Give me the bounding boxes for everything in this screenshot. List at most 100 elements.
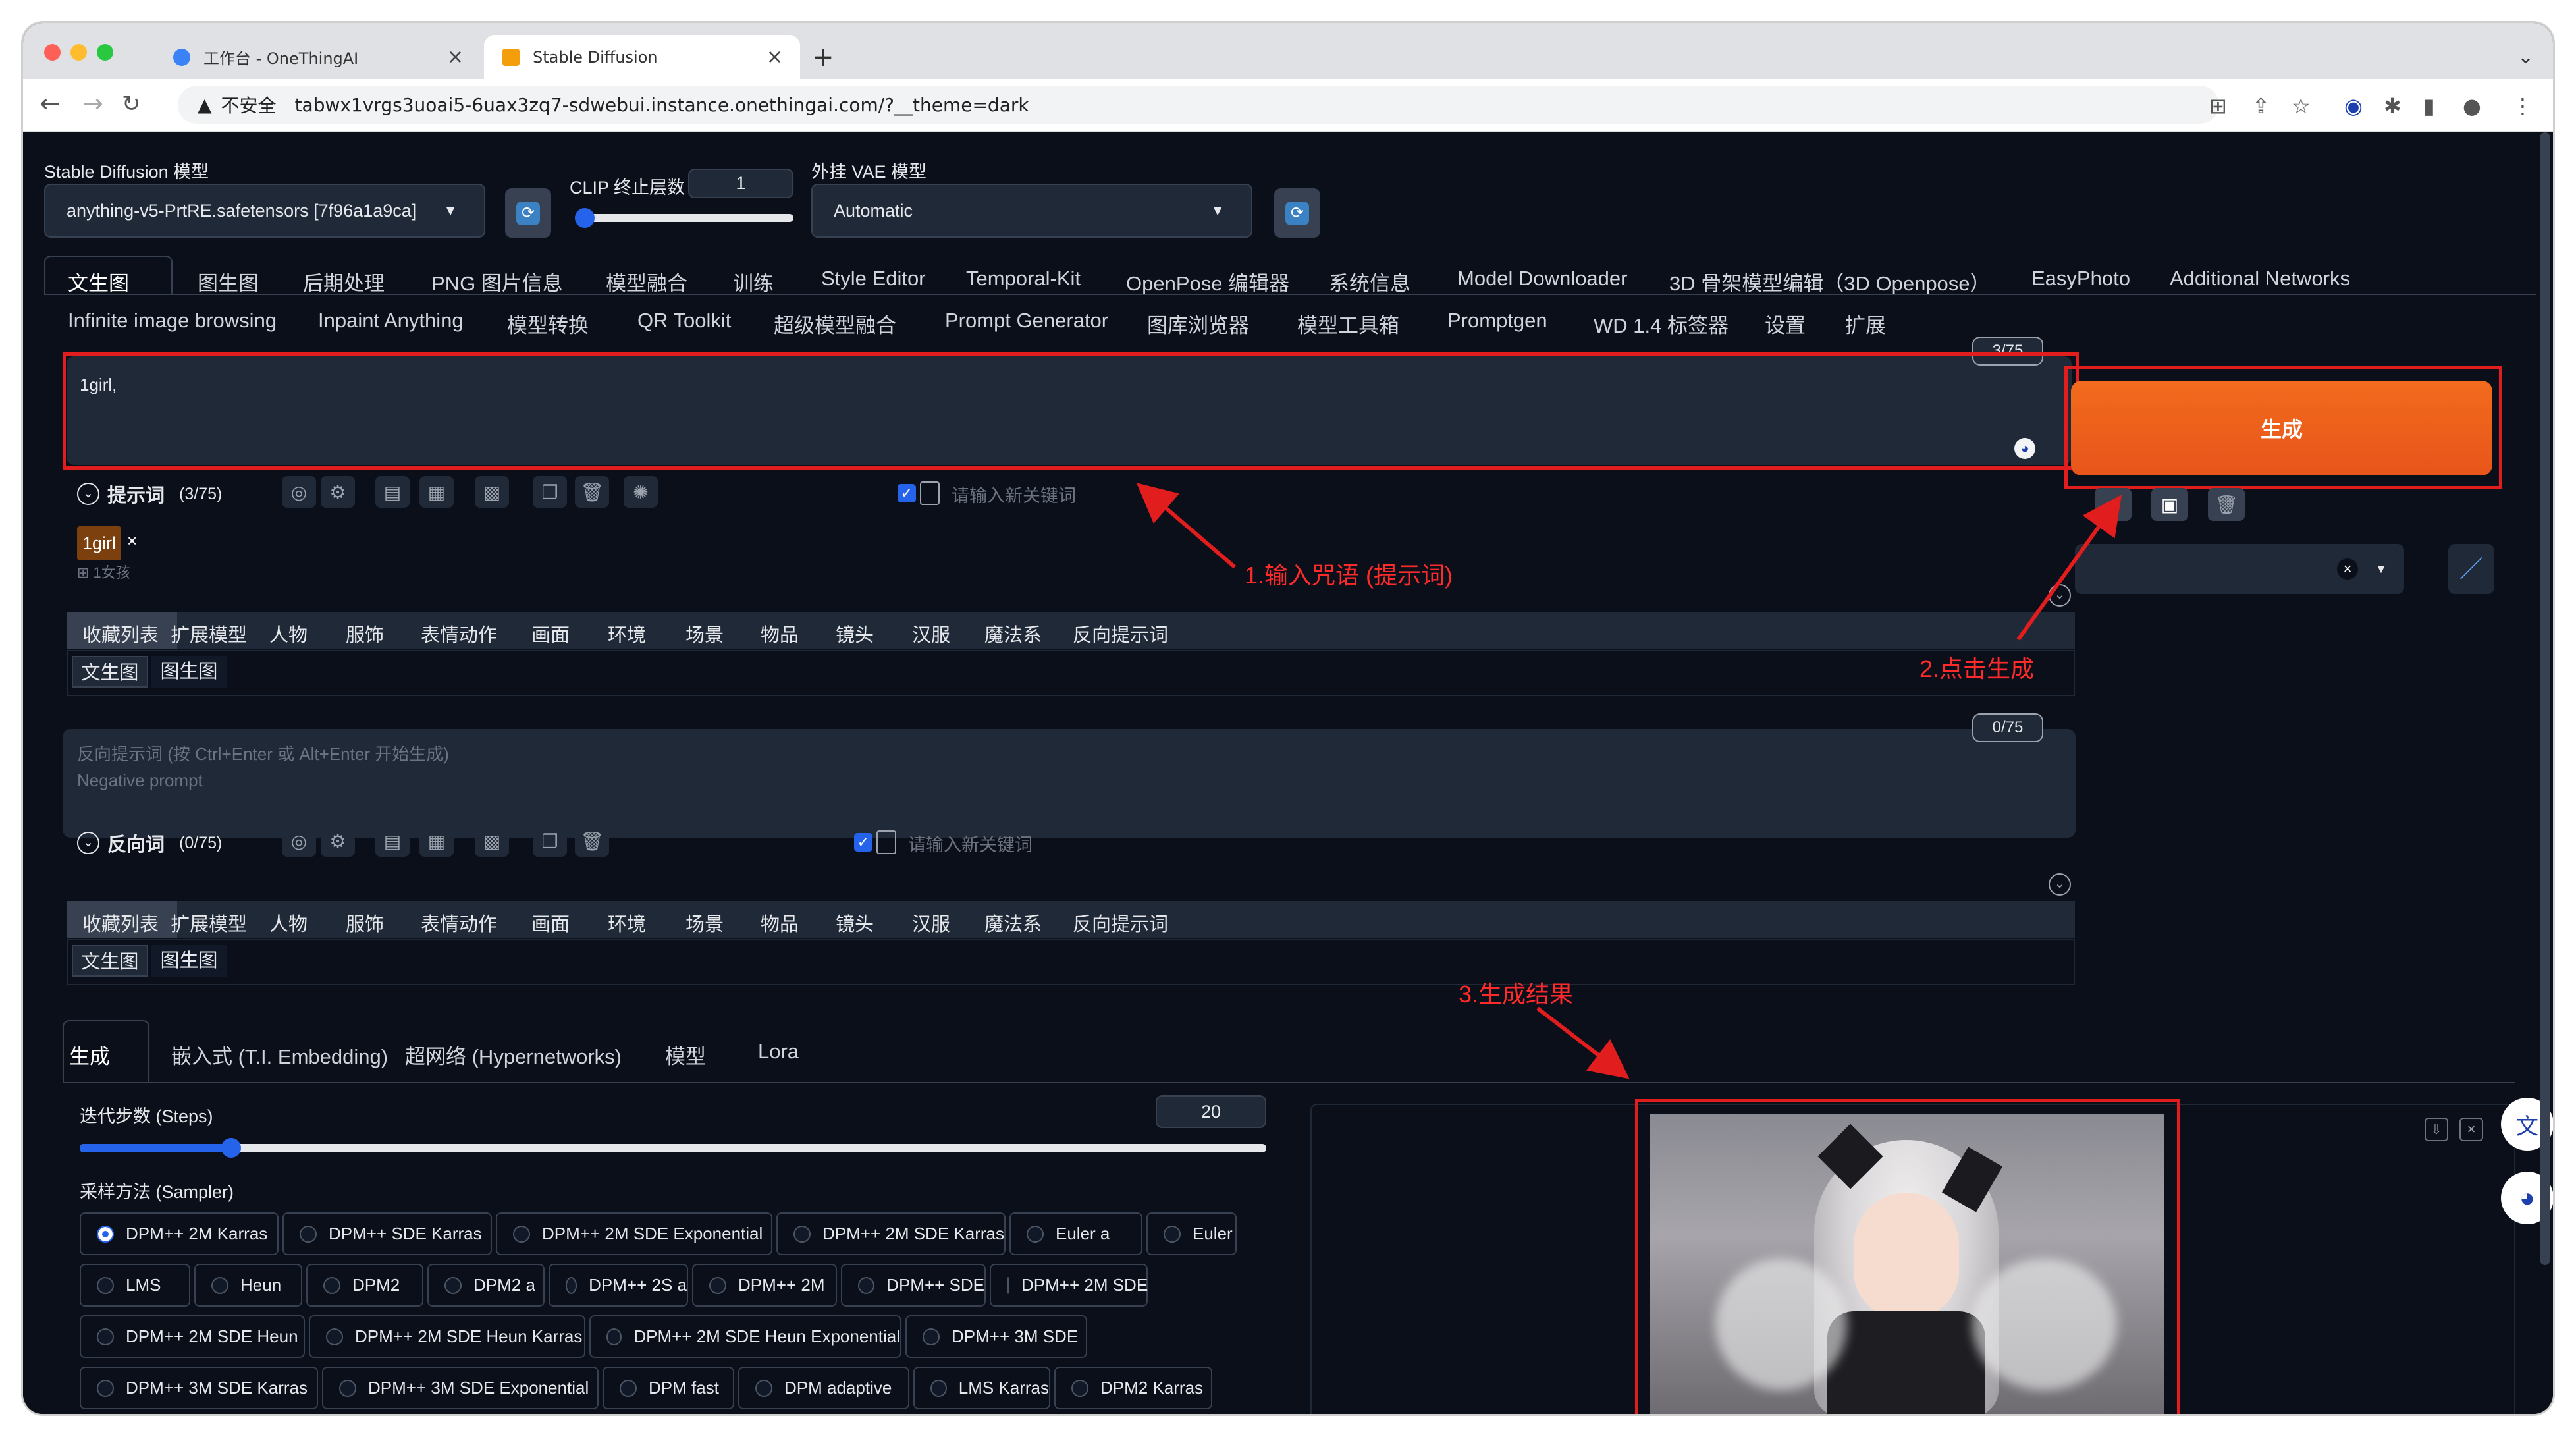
arrow-to-prompt [1136, 483, 1236, 569]
sd-webui-page: Stable Diffusion 模型 anything-v5-PrtRE.sa… [23, 132, 2553, 1414]
cloud-icon [173, 48, 190, 66]
close-window-icon[interactable] [44, 44, 61, 61]
radio-icon [1164, 1225, 1181, 1243]
sampler-option[interactable]: DPM++ 3M SDE Exponential [322, 1367, 599, 1409]
sampler-option[interactable]: DPM2 Karras [1054, 1367, 1212, 1409]
radio-icon [709, 1276, 726, 1294]
sampler-option[interactable]: DPM2 a [427, 1264, 545, 1307]
radio-icon [211, 1276, 228, 1294]
download-icon[interactable]: ⇩ [2425, 1118, 2448, 1141]
warning-icon: ▲ [198, 94, 212, 116]
settings-tab[interactable]: 生成 [69, 1040, 110, 1070]
browser-tab-onethingai[interactable]: 工作台 - OneThingAI × [155, 35, 481, 79]
sampler-option-label: DPM++ 2M SDE Exponential [542, 1224, 763, 1243]
sampler-option[interactable]: LMS Karras [913, 1367, 1050, 1409]
sampler-option[interactable]: DPM++ 2M SDE Exponential [496, 1212, 772, 1255]
radio-icon [513, 1225, 530, 1243]
radio-icon [1071, 1379, 1088, 1397]
annotation-box-result [1635, 1099, 2180, 1414]
sampler-option-label: DPM++ 2M SDE Heun [126, 1326, 298, 1346]
browser-tab-stable-diffusion[interactable]: Stable Diffusion × [484, 35, 800, 79]
sampler-option[interactable]: DPM++ SDE [841, 1264, 986, 1307]
tab-search-icon[interactable]: ⌄ [2499, 35, 2552, 79]
sampler-option-label: DPM++ SDE Karras [329, 1224, 482, 1243]
radio-icon [755, 1379, 772, 1397]
sampler-option[interactable]: DPM++ 2M SDE Heun [80, 1315, 305, 1358]
browser-tab-title: 工作台 - OneThingAI [203, 49, 359, 68]
steps-slider-track[interactable] [80, 1138, 1266, 1158]
arrow-to-generate [2016, 495, 2122, 641]
sampler-option[interactable]: DPM++ 2M [692, 1264, 837, 1307]
sampler-option[interactable]: DPM++ 2M Karras [80, 1212, 279, 1255]
sampler-option[interactable]: DPM++ 3M SDE [905, 1315, 1087, 1358]
forward-icon[interactable]: → [82, 89, 103, 118]
radio-icon [97, 1328, 114, 1345]
close-icon[interactable]: × [2459, 1118, 2483, 1141]
browser-tab-title: Stable Diffusion [533, 47, 658, 67]
radio-icon [97, 1225, 114, 1243]
close-tab-icon[interactable]: × [766, 45, 783, 68]
sampler-option[interactable]: DPM++ 2S a [549, 1264, 688, 1307]
back-icon[interactable]: ← [40, 89, 61, 118]
reload-icon[interactable]: ↻ [122, 91, 141, 117]
steps-slider-handle[interactable] [221, 1138, 241, 1158]
sampler-option-label: DPM++ 2M SDE Karras [822, 1224, 1004, 1243]
sampler-option-label: DPM++ 3M SDE Exponential [368, 1378, 589, 1397]
settings-tab[interactable]: Lora [758, 1040, 799, 1064]
steps-number-input[interactable]: 20 [1156, 1095, 1266, 1128]
radio-icon [620, 1379, 637, 1397]
share-icon[interactable]: ⇪ [2252, 94, 2270, 119]
plus-icon: + [812, 41, 834, 72]
sampler-option[interactable]: DPM++ 2M SDE [990, 1264, 1148, 1307]
steps-value: 20 [1200, 1101, 1221, 1122]
minimize-window-icon[interactable] [70, 44, 87, 61]
close-tab-icon[interactable]: × [447, 45, 464, 68]
extension-bot-icon[interactable]: ◉ [2344, 94, 2363, 119]
puzzle-icon[interactable]: ✱ [2384, 94, 2402, 119]
sampler-option[interactable]: LMS [80, 1264, 190, 1307]
url-field[interactable]: ▲ 不安全 tabwx1vrgs3uoai5-6uax3zq7-sdwebui.… [178, 86, 2219, 124]
sampler-option-label: Euler a [1056, 1224, 1110, 1243]
favicon-icon [502, 48, 520, 66]
radio-icon [339, 1379, 356, 1397]
sampler-option[interactable]: DPM adaptive [738, 1367, 909, 1409]
sampler-option[interactable]: Euler a [1009, 1212, 1142, 1255]
sampler-label: 采样方法 (Sampler) [80, 1182, 234, 1202]
settings-tab[interactable]: 超网络 (Hypernetworks) [405, 1040, 622, 1070]
profile-icon[interactable]: ● [2463, 94, 2481, 119]
sampler-option-label: DPM++ 3M SDE [952, 1326, 1079, 1346]
sampler-option-label: Euler [1193, 1224, 1233, 1243]
sampler-option[interactable]: DPM fast [603, 1367, 734, 1409]
sampler-option-label: DPM++ 3M SDE Karras [126, 1378, 308, 1397]
sampler-option[interactable]: DPM2 [306, 1264, 423, 1307]
sampler-option[interactable]: DPM++ 2M SDE Karras [776, 1212, 1006, 1255]
maximize-window-icon[interactable] [97, 44, 113, 61]
sampler-option-label: DPM++ SDE [886, 1275, 984, 1295]
bookmark-star-icon[interactable]: ☆ [2292, 94, 2311, 119]
sampler-option-label: DPM2 a [473, 1275, 535, 1295]
radio-icon [793, 1225, 811, 1243]
sampler-option[interactable]: DPM++ 3M SDE Karras [80, 1367, 318, 1409]
radio-icon [1027, 1225, 1044, 1243]
radio-icon [444, 1276, 462, 1294]
page-scrollbar[interactable] [2540, 132, 2550, 1265]
radio-icon [858, 1276, 875, 1294]
sampler-option[interactable]: Euler [1146, 1212, 1237, 1255]
sampler-option[interactable]: DPM++ SDE Karras [282, 1212, 492, 1255]
sampler-option[interactable]: DPM++ 2M SDE Heun Karras [309, 1315, 585, 1358]
sampler-option-label: DPM2 Karras [1100, 1378, 1204, 1397]
sampler-option-label: DPM adaptive [784, 1378, 892, 1397]
sampler-option[interactable]: DPM++ 2M SDE Heun Exponential [589, 1315, 901, 1358]
menu-icon[interactable]: ⋮ [2512, 94, 2533, 119]
sampler-option-label: DPM++ 2M SDE Heun Exponential [633, 1326, 900, 1346]
translate-icon[interactable]: ⊞ [2209, 94, 2227, 119]
settings-tab[interactable]: 模型 [665, 1040, 706, 1070]
sampler-option[interactable]: Heun [194, 1264, 302, 1307]
sidebar-icon[interactable]: ▮ [2423, 94, 2435, 119]
radio-icon [97, 1379, 114, 1397]
new-tab-button[interactable]: + [793, 35, 853, 79]
radio-icon [930, 1379, 947, 1397]
settings-tab[interactable]: 嵌入式 (T.I. Embedding) [171, 1040, 388, 1070]
browser-window: 工作台 - OneThingAI × Stable Diffusion × + … [23, 23, 2553, 1414]
radio-icon [323, 1276, 340, 1294]
